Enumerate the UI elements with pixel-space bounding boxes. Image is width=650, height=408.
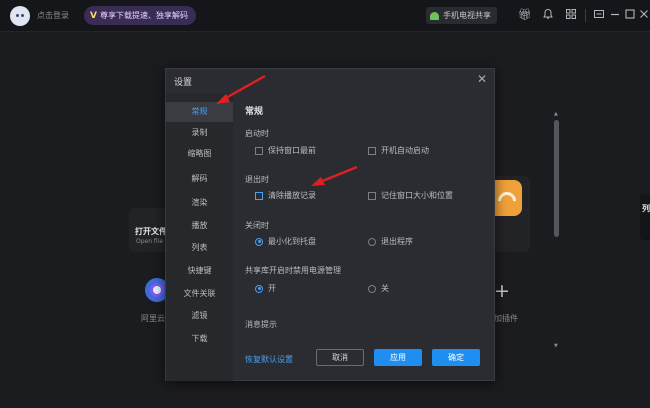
clear-history-box[interactable]: [255, 191, 263, 200]
exit-program-radio[interactable]: 退出程序: [368, 236, 413, 247]
settings-scrollbar[interactable]: [554, 120, 559, 237]
exit-program-dot[interactable]: [368, 237, 376, 246]
auto-start-label: 开机自动启动: [381, 146, 429, 155]
add-plugin-icon[interactable]: +: [494, 280, 514, 302]
power-off-dot[interactable]: [368, 284, 376, 293]
apply-button[interactable]: 应用: [374, 349, 422, 366]
nav-item-list[interactable]: 列表: [166, 238, 233, 258]
minimize-to-tray-label: 最小化到托盘: [268, 237, 316, 246]
power-off-label: 关: [381, 284, 389, 293]
minimize-icon[interactable]: [608, 8, 622, 22]
exit-group-label: 退出时: [245, 175, 269, 184]
grid-icon[interactable]: [564, 8, 578, 22]
nav-item-filters[interactable]: 滤镜: [166, 306, 233, 326]
keep-on-top-box[interactable]: [255, 146, 263, 155]
phone-tv-share-button[interactable]: 手机电视共享: [426, 7, 497, 24]
remember-window-checkbox[interactable]: 记住窗口大小和位置: [368, 190, 453, 201]
nav-item-decode[interactable]: 解码: [166, 169, 233, 189]
playlist-edge-tab[interactable]: [640, 194, 650, 240]
remember-window-label: 记住窗口大小和位置: [381, 191, 453, 200]
auto-start-checkbox[interactable]: 开机自动启动: [368, 145, 429, 156]
login-link[interactable]: 点击登录: [37, 10, 69, 21]
add-plugin-label: 加插件: [494, 314, 518, 323]
nav-item-file-association[interactable]: 文件关联: [166, 284, 233, 304]
avatar[interactable]: [10, 6, 30, 26]
scroll-up-icon[interactable]: ▲: [554, 111, 558, 117]
auto-start-box[interactable]: [368, 146, 376, 155]
power-off-radio[interactable]: 关: [368, 283, 389, 294]
close-group-label: 关闭时: [245, 221, 269, 230]
nav-item-render[interactable]: 渲染: [166, 193, 233, 213]
dialog-title: 设置: [174, 78, 193, 88]
vip-promo-button[interactable]: V 尊享下载提速、独享解码: [84, 6, 196, 25]
nav-item-download[interactable]: 下载: [166, 329, 233, 349]
nav-item-shortcuts[interactable]: 快捷键: [166, 261, 233, 281]
power-on-dot[interactable]: [255, 284, 263, 293]
notice-group-label: 消息提示: [245, 320, 277, 329]
maximize-icon[interactable]: [623, 8, 637, 22]
settings-dialog: 设置 ✕ 常规 录制 缩略图 解码 渲染 播放 列表 快捷键 文件关联 滤镜 下…: [165, 68, 559, 381]
title-bar: 点击登录 V 尊享下载提速、独享解码 手机电视共享 🎁︎: [0, 0, 650, 32]
power-on-label: 开: [268, 284, 276, 293]
remember-window-box[interactable]: [368, 191, 376, 200]
aliyun-drive-label: 阿里云: [141, 314, 165, 323]
nav-item-record[interactable]: 录制: [166, 123, 233, 143]
phone-tv-share-label: 手机电视共享: [443, 11, 491, 20]
dialog-close-icon[interactable]: ✕: [477, 72, 487, 86]
open-file-title: 打开文件: [135, 227, 167, 236]
clear-history-label: 清除播放记录: [268, 191, 316, 200]
vip-badge: V: [90, 10, 97, 21]
android-icon: [430, 11, 439, 20]
power-group-label: 共享库开启时禁用电源管理: [245, 266, 341, 275]
open-file-subtitle: Open file: [136, 238, 164, 245]
settings-nav: 常规 录制 缩略图 解码 渲染 播放 列表 快捷键 文件关联 滤镜 下载: [166, 93, 233, 381]
minimize-to-tray-radio[interactable]: 最小化到托盘: [255, 236, 316, 247]
nav-item-general[interactable]: 常规: [166, 102, 233, 122]
ok-button[interactable]: 确定: [432, 349, 480, 366]
nav-item-playback[interactable]: 播放: [166, 216, 233, 236]
startup-group-label: 启动时: [245, 129, 269, 138]
wifi-share-icon: [494, 180, 522, 216]
keep-on-top-checkbox[interactable]: 保持窗口最前: [255, 145, 316, 156]
minimize-to-tray-dot[interactable]: [255, 237, 263, 246]
clear-history-checkbox[interactable]: 清除播放记录: [255, 190, 316, 201]
vip-promo-label: 尊享下载提速、独享解码: [99, 11, 188, 20]
close-icon[interactable]: [637, 8, 650, 22]
gift-icon[interactable]: 🎁︎: [518, 8, 532, 22]
cancel-button[interactable]: 取消: [316, 349, 364, 366]
minimize-mode-icon[interactable]: [592, 8, 606, 22]
scroll-down-icon[interactable]: ▼: [554, 343, 558, 349]
power-on-radio[interactable]: 开: [255, 283, 276, 294]
settings-content: 常规 启动时 保持窗口最前 开机自动启动 退出时 清除播放记录 记住窗口大小和位…: [233, 93, 559, 381]
playlist-edge-label: 列: [642, 204, 650, 213]
restore-defaults-link[interactable]: 恢复默认设置: [245, 354, 293, 365]
section-title: 常规: [245, 107, 264, 117]
toolbar-divider: [585, 9, 586, 22]
keep-on-top-label: 保持窗口最前: [268, 146, 316, 155]
nav-item-thumbnail[interactable]: 缩略图: [166, 144, 233, 164]
exit-program-label: 退出程序: [381, 237, 413, 246]
bell-icon[interactable]: [541, 8, 555, 22]
